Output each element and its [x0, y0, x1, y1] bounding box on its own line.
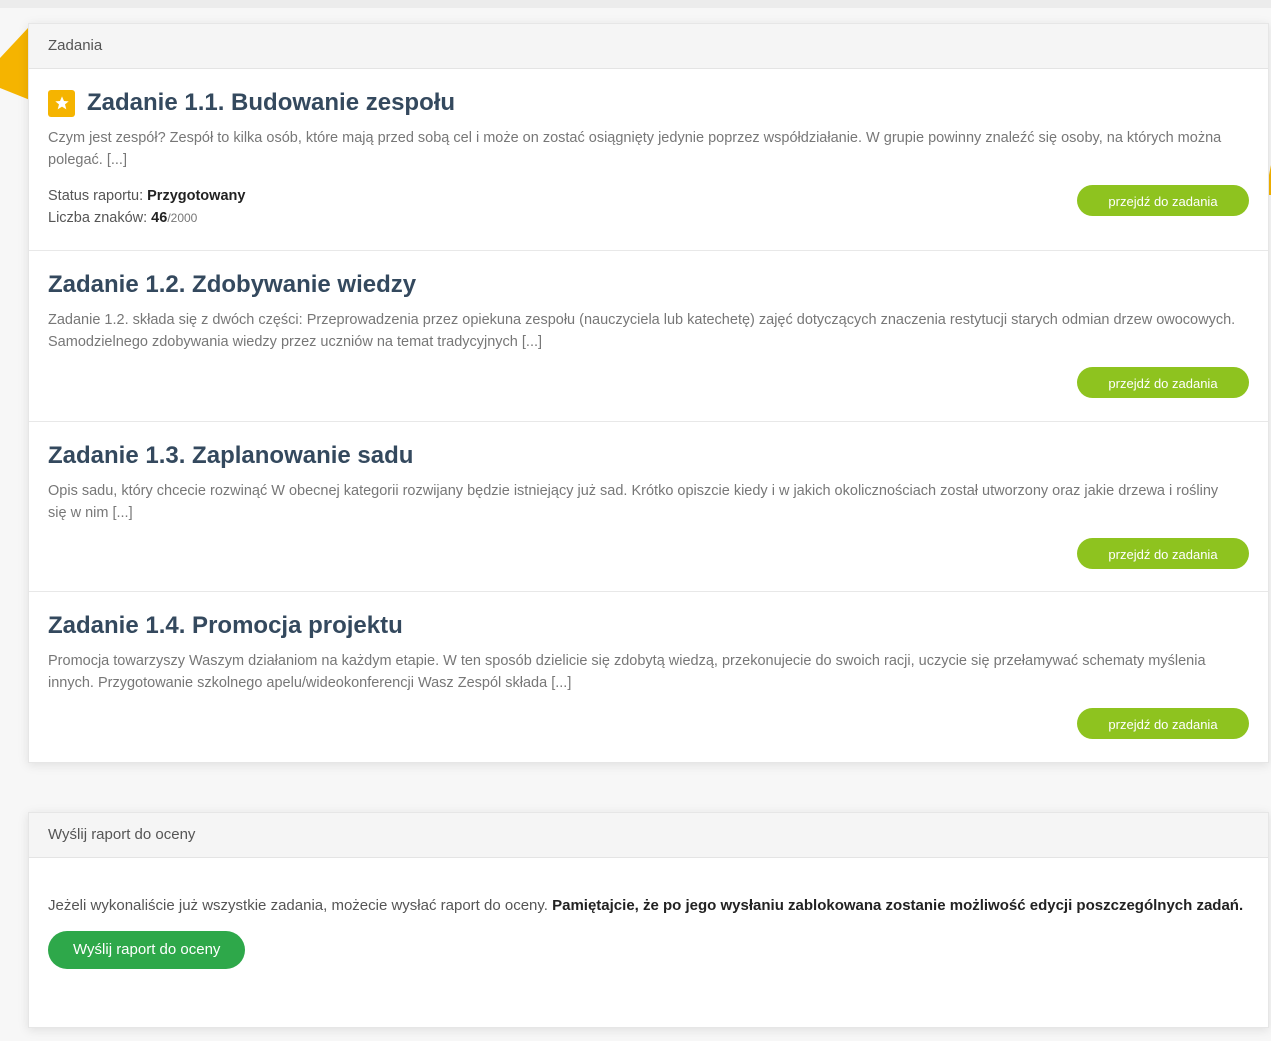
- send-report-info-bold: Pamiętajcie, że po jego wysłaniu zabloko…: [552, 897, 1244, 914]
- task-title-text[interactable]: Zadanie 1.4. Promocja projektu: [48, 612, 403, 640]
- task-description: Czym jest zespół? Zespół to kilka osób, …: [48, 130, 1222, 168]
- task-title: Zadanie 1.2. Zdobywanie wiedzy: [48, 269, 1249, 301]
- go-to-task-button[interactable]: przejdź do zadania: [1077, 367, 1249, 398]
- go-to-task-button[interactable]: przejdź do zadania: [1077, 185, 1249, 216]
- top-strip: [0, 0, 1271, 8]
- task-title-text[interactable]: Zadanie 1.2. Zdobywanie wiedzy: [48, 271, 416, 299]
- send-report-button[interactable]: Wyślij raport do oceny: [48, 931, 246, 969]
- task-title: Zadanie 1.1. Budowanie zespołu: [48, 87, 1249, 119]
- task-title: Zadanie 1.3. Zaplanowanie sadu: [48, 440, 1249, 472]
- task-description: Promocja towarzyszy Waszym działaniom na…: [48, 653, 1206, 691]
- send-report-panel: Wyślij raport do oceny Jeżeli wykonaliśc…: [28, 812, 1269, 1028]
- char-count: Liczba znaków: 46/2000: [48, 207, 1249, 229]
- task-item: Zadanie 1.3. Zaplanowanie sadu Opis sadu…: [29, 422, 1268, 592]
- task-title: Zadanie 1.4. Promocja projektu: [48, 610, 1249, 642]
- report-status-value: Przygotowany: [147, 188, 246, 204]
- send-report-body: Jeżeli wykonaliście już wszystkie zadani…: [29, 858, 1268, 1003]
- char-count-value: 46: [151, 210, 168, 226]
- report-status: Status raportu: Przygotowany: [48, 185, 1249, 207]
- char-count-max: /2000: [167, 211, 198, 225]
- task-meta: Status raportu: Przygotowany Liczba znak…: [48, 185, 1249, 229]
- task-item: Zadanie 1.2. Zdobywanie wiedzy Zadanie 1…: [29, 251, 1268, 422]
- star-icon: [48, 89, 75, 117]
- go-to-task-button[interactable]: przejdź do zadania: [1077, 538, 1249, 569]
- task-description: Zadanie 1.2. składa się z dwóch części: …: [48, 312, 1236, 350]
- task-title-text[interactable]: Zadanie 1.1. Budowanie zespołu: [87, 89, 455, 117]
- send-report-info: Jeżeli wykonaliście już wszystkie zadani…: [48, 894, 1248, 917]
- task-item: Zadanie 1.4. Promocja projektu Promocja …: [29, 592, 1268, 762]
- report-status-label: Status raportu:: [48, 188, 148, 204]
- tasks-panel-header: Zadania: [29, 24, 1268, 69]
- task-item: Zadanie 1.1. Budowanie zespołu Czym jest…: [29, 69, 1268, 251]
- char-count-label: Liczba znaków:: [48, 210, 152, 226]
- tasks-panel: Zadania Zadanie 1.1. Budowanie zespołu C…: [28, 23, 1269, 763]
- send-report-info-normal: Jeżeli wykonaliście już wszystkie zadani…: [48, 897, 553, 914]
- task-title-text[interactable]: Zadanie 1.3. Zaplanowanie sadu: [48, 442, 413, 470]
- go-to-task-button[interactable]: przejdź do zadania: [1077, 708, 1249, 739]
- send-report-header: Wyślij raport do oceny: [29, 813, 1268, 858]
- task-description: Opis sadu, który chcecie rozwinąć W obec…: [48, 483, 1219, 521]
